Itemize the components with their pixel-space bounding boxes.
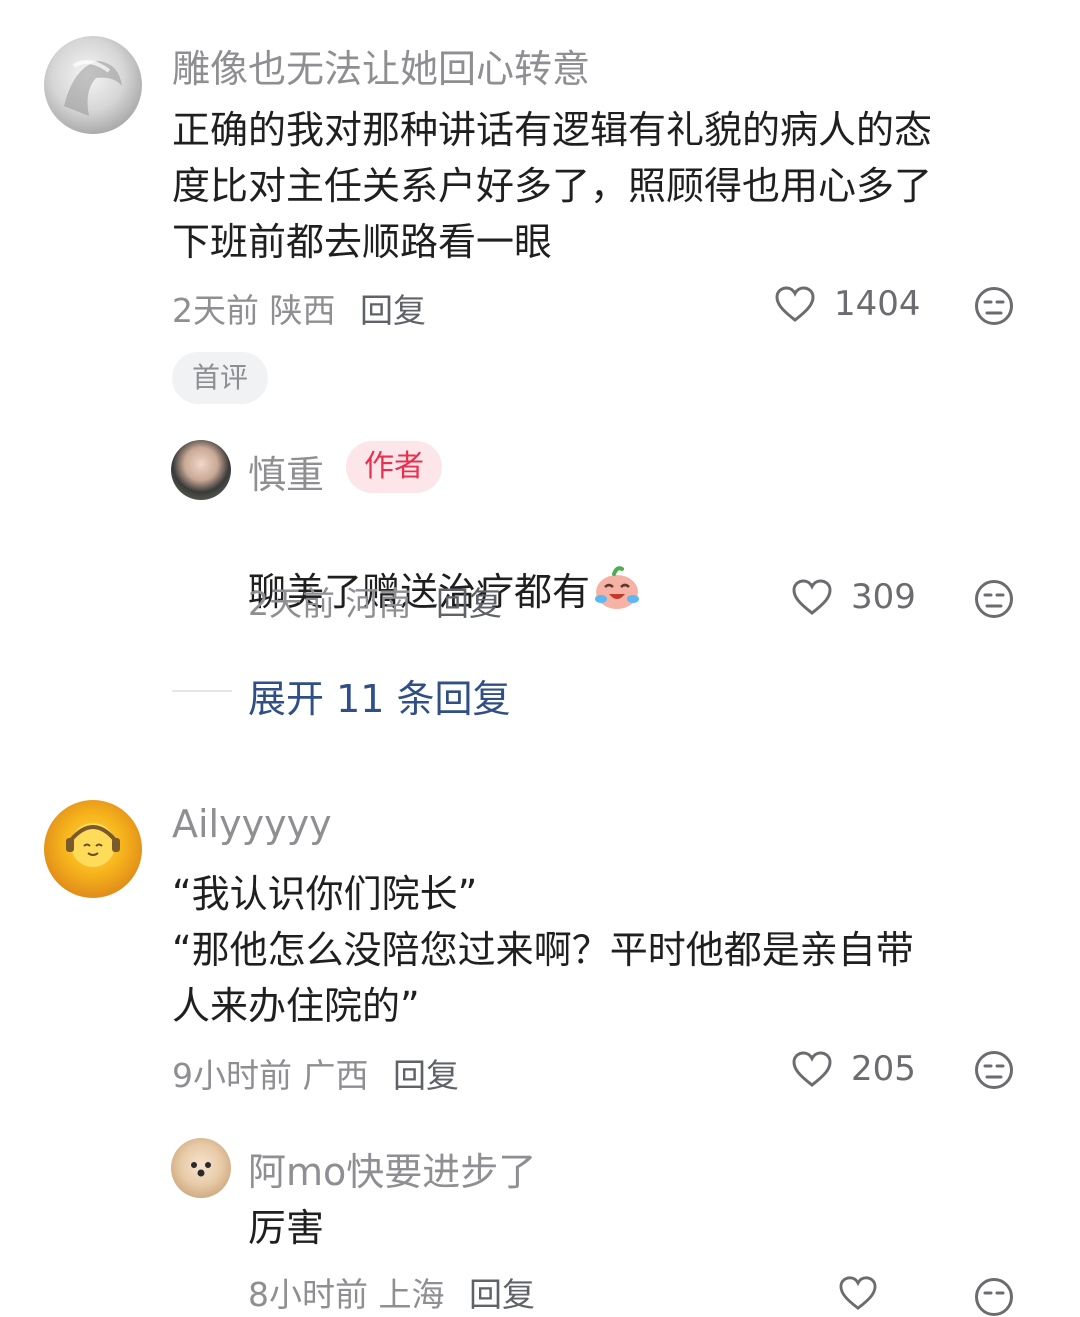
- meh-face-icon[interactable]: [974, 1277, 1014, 1317]
- like-button[interactable]: 1404: [774, 284, 921, 324]
- reply-text: 厉害: [248, 1206, 325, 1250]
- username[interactable]: 慎重: [248, 444, 324, 499]
- heart-outline-icon: [775, 286, 815, 322]
- like-count: 309: [851, 577, 916, 617]
- avatar-comment-2[interactable]: [44, 800, 142, 898]
- heart-outline-icon: [792, 1051, 832, 1087]
- reply-region: 上海: [378, 1275, 445, 1314]
- reply-button[interactable]: 回复: [393, 1056, 459, 1095]
- expand-divider: [172, 690, 232, 692]
- like-button[interactable]: 205: [791, 1049, 916, 1089]
- comment-time: 9小时前: [172, 1056, 292, 1095]
- reply-time: 2天前: [248, 584, 335, 623]
- like-button[interactable]: 309: [791, 577, 916, 617]
- avatar-comment-1[interactable]: [44, 36, 142, 134]
- reply-button[interactable]: 回复: [436, 584, 502, 623]
- meh-face-icon[interactable]: [974, 579, 1014, 619]
- reply-region: 河南: [345, 584, 412, 623]
- crying-laughing-peach-emoji: [595, 566, 640, 609]
- reply-button[interactable]: 回复: [360, 291, 426, 330]
- comment-region: 广西: [302, 1056, 369, 1095]
- username[interactable]: 雕像也无法让她回心转意: [172, 38, 590, 93]
- meh-face-icon[interactable]: [974, 286, 1014, 326]
- avatar-reply-1[interactable]: [171, 440, 231, 500]
- username[interactable]: Ailyyyyy: [172, 802, 332, 846]
- author-tag: 作者: [346, 441, 442, 493]
- expand-replies-button[interactable]: 展开 11 条回复: [248, 668, 511, 723]
- comment-time: 2天前: [172, 291, 259, 330]
- comment-text: 正确的我对那种讲话有逻辑有礼貌的病人的态 度比对主任关系户好多了，照顾得也用心多…: [172, 108, 933, 264]
- comment-region: 陕西: [269, 291, 336, 330]
- heart-outline-icon: [792, 579, 832, 615]
- username[interactable]: 阿mo快要进步了: [248, 1141, 536, 1196]
- comment-text: “我认识你们院长” “那他怎么没陪您过来啊？平时他都是亲自带 人来办住院的”: [172, 872, 914, 1028]
- avatar-reply-2[interactable]: [171, 1138, 231, 1198]
- reply-time: 8小时前: [248, 1275, 368, 1314]
- like-button[interactable]: [838, 1275, 896, 1311]
- comment-meta: 2天前 陕西 回复: [172, 284, 426, 332]
- comment-meta: 9小时前 广西 回复: [172, 1049, 459, 1097]
- heart-outline-icon: [839, 1276, 877, 1310]
- reply-meta: 2天前 河南 回复: [248, 577, 502, 625]
- first-comment-badge: 首评: [172, 352, 269, 404]
- meh-face-icon[interactable]: [974, 1050, 1014, 1090]
- like-count: 205: [851, 1049, 916, 1089]
- like-count: 1404: [834, 284, 921, 324]
- reply-button[interactable]: 回复: [469, 1275, 535, 1314]
- reply-meta: 8小时前 上海 回复: [248, 1268, 535, 1316]
